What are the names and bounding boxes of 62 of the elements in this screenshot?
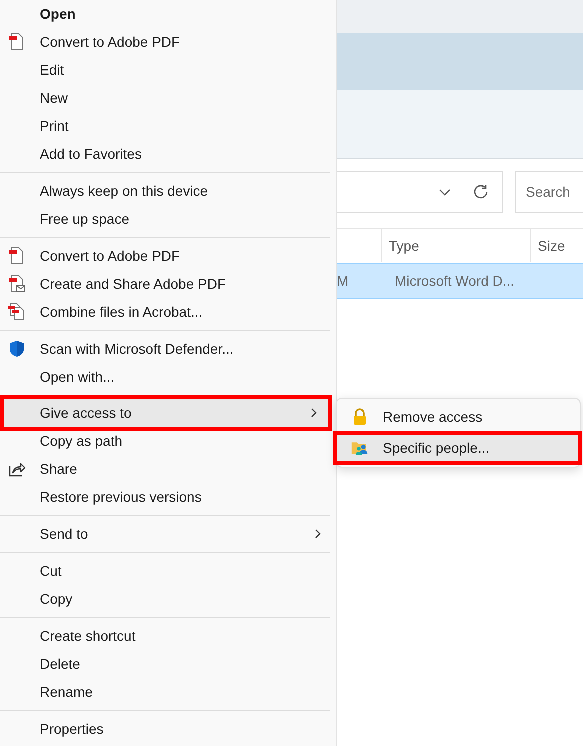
menu-label: Free up space [40,211,130,227]
menu-item[interactable]: Properties [0,715,336,743]
menu-item[interactable]: Share [0,455,336,483]
menu-label: Restore previous versions [40,489,203,505]
menu-item[interactable]: Always keep on this device [0,177,336,205]
menu-label: Share [40,461,78,477]
menu-label: Copy [40,591,74,607]
menu-label: Always keep on this device [40,183,210,199]
menu-item[interactable]: Give access to [0,395,332,431]
menu-label: Create shortcut [40,628,137,644]
table-cell-text: Microsoft Word D... [394,273,515,289]
menu-item[interactable]: Send to [0,520,336,548]
menu-label: Convert to Adobe PDF [40,34,182,50]
menu-label: Convert to Adobe PDF [40,248,182,264]
menu-label: Properties [40,721,105,737]
menu-item[interactable]: Delete [0,650,336,678]
pdf-stack-icon [8,303,26,321]
menu-label: Edit [40,62,66,78]
lock-icon [351,408,369,426]
menu-item[interactable]: Create shortcut [0,622,336,650]
menu-label: Delete [40,656,82,672]
menu-item[interactable]: Open with... [0,363,336,391]
shield-icon [8,340,26,358]
menu-label: Copy as path [40,433,124,449]
pdf-file-icon [8,247,26,265]
menu-item[interactable]: Specific people... [333,431,582,465]
column-header[interactable]: Size [531,229,583,262]
menu-label: Print [40,118,70,134]
file-row[interactable]: M Microsoft Word D... [337,263,583,299]
menu-label: Give access to [40,405,133,421]
menu-label: Open with... [40,369,116,385]
menu-label: New [40,90,70,106]
menu-item[interactable]: Cut [0,557,336,585]
menu-item[interactable]: Convert to Adobe PDF [0,28,336,56]
menu-item[interactable]: Print [0,112,336,140]
refresh-icon[interactable] [472,182,490,200]
menu-item[interactable]: Open [0,0,336,28]
menu-label: Rename [40,684,94,700]
menu-label: Send to [40,526,90,542]
menu-item[interactable]: Combine files in Acrobat... [0,298,336,326]
menu-item[interactable]: Add to Favorites [0,140,336,168]
menu-item[interactable]: Free up space [0,205,336,233]
search-field[interactable]: Search [515,170,583,212]
menu-item[interactable]: Copy [0,585,336,613]
menu-item[interactable]: Rename [0,678,336,706]
menu-item[interactable]: Remove access [337,403,580,431]
pdf-envelope-icon [8,275,26,293]
menu-label: Create and Share Adobe PDF [40,276,228,292]
pdf-file-icon [8,33,26,51]
menu-item[interactable]: New [0,84,336,112]
table-cell-text: M [337,273,350,289]
menu-item[interactable]: Scan with Microsoft Defender... [0,335,336,363]
menu-label: Add to Favorites [40,146,143,162]
menu-item[interactable]: Restore previous versions [0,483,336,511]
menu-label: Scan with Microsoft Defender... [40,341,235,357]
menu-item[interactable]: Edit [0,56,336,84]
menu-label: Open [40,6,77,22]
menu-item[interactable]: Create and Share Adobe PDF [0,270,336,298]
menu-label: Cut [40,563,63,579]
menu-label: Combine files in Acrobat... [40,304,204,320]
column-header[interactable]: Type [382,229,531,262]
menu-item[interactable]: Convert to Adobe PDF [0,242,336,270]
